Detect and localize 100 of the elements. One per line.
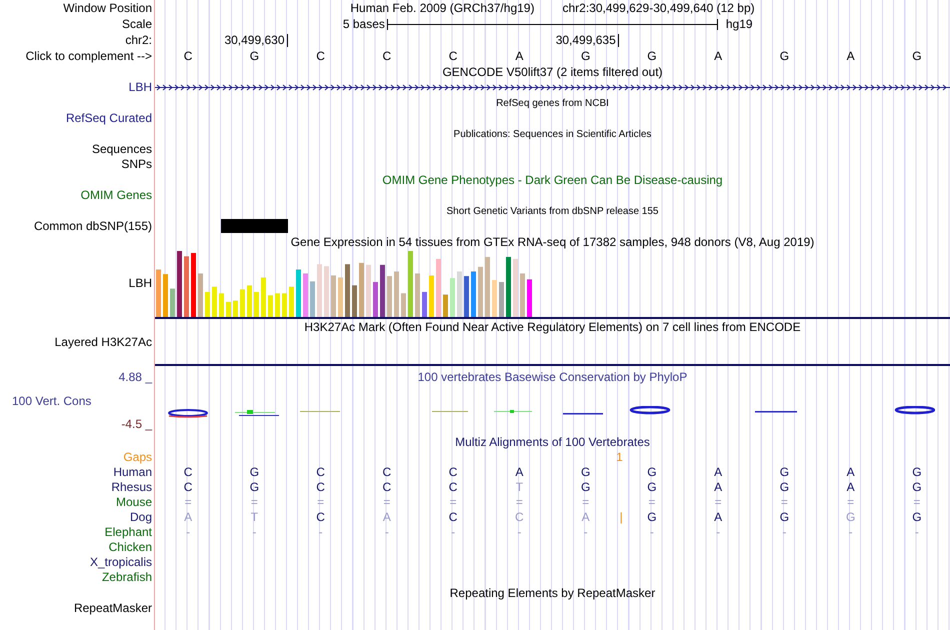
alignment-base: = xyxy=(780,495,788,509)
alignment-base: C xyxy=(448,480,458,494)
track-title: H3K27Ac Mark (Often Found Near Active Regulatory Elements) on 7 cell lines from ENCODE xyxy=(304,320,801,335)
alignment-base: = xyxy=(648,495,656,509)
track-label[interactable]: LBH xyxy=(128,276,152,291)
base-letter[interactable]: A xyxy=(714,49,722,63)
base-letter[interactable]: G xyxy=(580,49,590,63)
alignment-base: - xyxy=(914,525,919,539)
alignment-base: C xyxy=(448,510,458,524)
base-letter[interactable]: A xyxy=(515,49,524,63)
alignment-base: - xyxy=(584,525,588,539)
alignment-base: = xyxy=(184,495,192,509)
alignment-base: G xyxy=(580,465,590,479)
alignment-base: G xyxy=(647,480,657,494)
species-label[interactable]: X_tropicalis xyxy=(90,555,152,570)
species-label[interactable]: Elephant xyxy=(104,525,152,540)
track-title: Publications: Sequences in Scientific Articles xyxy=(454,128,652,142)
track-label[interactable]: OMIM Genes xyxy=(80,188,152,203)
alignment-base: = xyxy=(250,495,258,509)
alignment-base: G xyxy=(250,480,260,494)
header-label: chr2: xyxy=(125,32,152,48)
alignment-base: C xyxy=(448,465,458,479)
track-label[interactable]: LBH xyxy=(128,80,152,95)
alignment-base: - xyxy=(716,525,720,539)
track-title: OMIM Gene Phenotypes - Dark Green Can Be Disease-causing xyxy=(382,173,723,188)
alignment-base: - xyxy=(782,525,786,539)
base-letter[interactable]: G xyxy=(647,49,657,63)
alignment-base: = xyxy=(847,495,854,509)
alignment-base: A xyxy=(714,480,722,494)
base-letter[interactable]: G xyxy=(912,49,922,63)
species-label[interactable]: Dog xyxy=(130,510,152,525)
alignment-base: G xyxy=(647,510,657,524)
alignment-base: - xyxy=(848,525,853,539)
base-letter[interactable]: C xyxy=(382,49,392,63)
alignment-base: G xyxy=(580,480,590,494)
header-label: Click to complement --> xyxy=(26,48,152,64)
alignment-base: G xyxy=(780,465,790,479)
species-label[interactable]: Human xyxy=(113,465,152,480)
alignment-base: G xyxy=(780,510,790,524)
variant-bar[interactable] xyxy=(221,219,288,233)
alignment-base: = xyxy=(450,495,457,509)
alignment-base: - xyxy=(186,525,190,539)
alignment-base: G xyxy=(912,480,922,494)
alignment-base: A xyxy=(582,510,590,524)
alignment-base: A xyxy=(714,465,722,479)
track-title: Short Genetic Variants from dbSNP release 155 xyxy=(446,205,658,219)
alignment-base: G xyxy=(846,510,856,524)
alignment-base: G xyxy=(912,510,922,524)
alignment-base: C xyxy=(184,465,192,479)
alignment-base: G xyxy=(780,480,790,494)
track-label[interactable]: 100 Vert. Cons xyxy=(12,394,92,408)
alignment-base: T xyxy=(516,480,524,494)
alignment-base: - xyxy=(318,525,323,539)
alignment-base: C xyxy=(382,465,392,479)
scale-label: 5 bases xyxy=(342,17,385,31)
track-label[interactable]: RefSeq Curated xyxy=(66,111,152,126)
species-label[interactable]: Mouse xyxy=(116,495,152,510)
alignment-base: C xyxy=(382,480,392,494)
track-label[interactable]: Common dbSNP(155) xyxy=(34,219,152,234)
alignment-base: A xyxy=(184,510,192,524)
track-title: RefSeq genes from NCBI xyxy=(496,97,609,111)
header-label: Scale xyxy=(122,16,152,32)
alignment-base: A xyxy=(714,510,722,524)
alignment-base: - xyxy=(650,525,654,539)
alignment-base: - xyxy=(252,525,256,539)
species-label[interactable]: Zebrafish xyxy=(102,570,152,585)
alignment-base: T xyxy=(250,510,258,524)
alignment-base: = xyxy=(383,495,390,509)
alignment-base: G xyxy=(250,465,260,479)
alignment-base: A xyxy=(515,465,524,479)
alignment-base: - xyxy=(451,525,456,539)
track-title: Gene Expression in 54 tissues from GTEx RNA-seq of 17382 samples, 948 donors (V8, Aug 2019) xyxy=(290,235,814,250)
alignment-base: = xyxy=(714,495,722,509)
position-text: chr2:30,499,629-30,499,640 (12 bp) xyxy=(562,0,755,16)
track-label[interactable]: SNPs xyxy=(121,157,152,172)
base-letter[interactable]: C xyxy=(448,49,458,63)
base-letter[interactable]: C xyxy=(316,49,325,63)
alignment-base: A xyxy=(382,510,391,524)
insertion-mark: 1 xyxy=(616,450,623,465)
base-letter[interactable]: A xyxy=(846,49,855,63)
alignment-base: = xyxy=(582,495,590,509)
assembly-label: hg19 xyxy=(726,17,753,31)
base-letter[interactable]: G xyxy=(780,49,790,63)
track-label[interactable]: RepeatMasker xyxy=(74,601,152,616)
base-letter[interactable]: C xyxy=(184,49,192,63)
alignment-base: = xyxy=(317,495,324,509)
alignment-base: C xyxy=(316,465,325,479)
alignment-base: C xyxy=(316,480,325,494)
ruler-tick: 30,499,635 xyxy=(556,34,619,47)
base-letter[interactable]: G xyxy=(250,49,260,63)
alignment-base: = xyxy=(913,495,920,509)
track-title: Multiz Alignments of 100 Vertebrates xyxy=(455,435,650,450)
species-label[interactable]: Rhesus xyxy=(111,480,152,495)
track-label[interactable]: Sequences xyxy=(92,142,152,157)
track-label[interactable]: Layered H3K27Ac xyxy=(54,335,152,350)
alignment-base: C xyxy=(184,480,192,494)
ruler-tick: 30,499,630 xyxy=(224,34,288,47)
species-label[interactable]: Chicken xyxy=(108,540,152,555)
alignment-base: C xyxy=(316,510,325,524)
alignment-base: = xyxy=(516,495,523,509)
